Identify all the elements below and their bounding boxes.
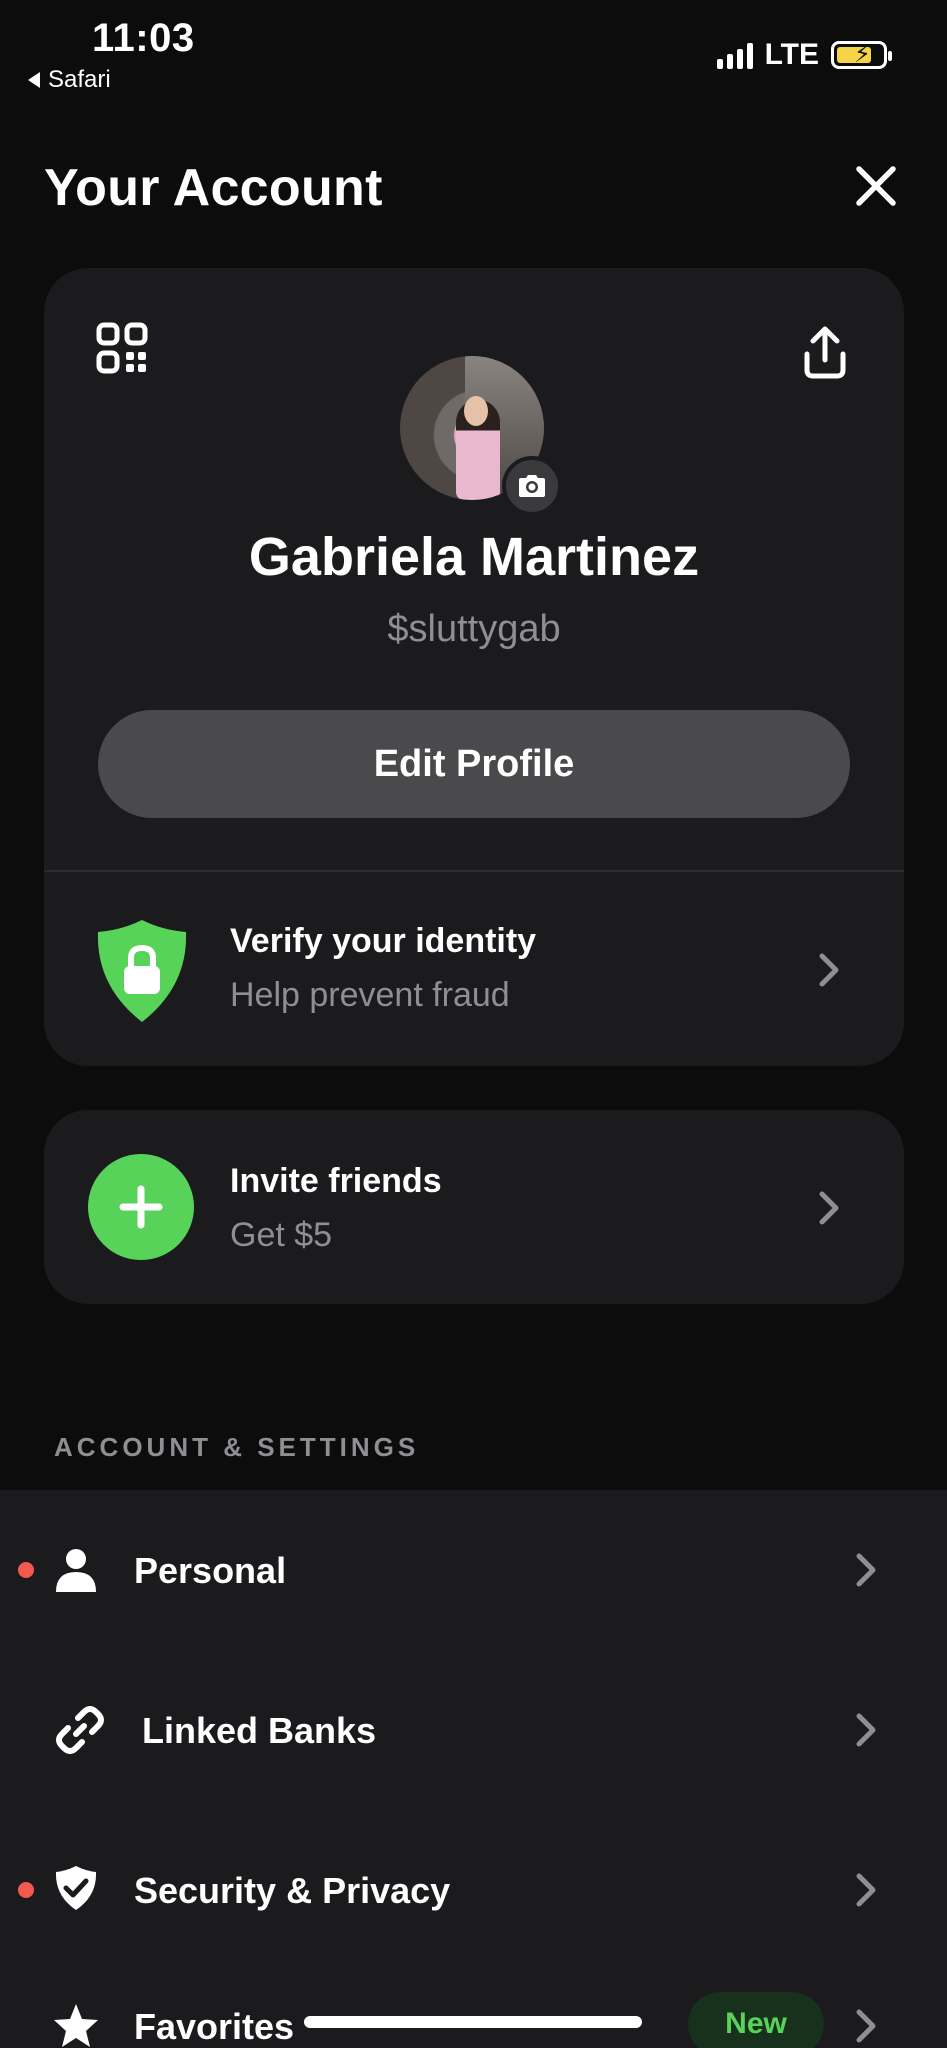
chevron-right-icon	[819, 1191, 839, 1225]
page-title: Your Account	[44, 159, 383, 217]
verify-subtitle: Help prevent fraud	[230, 976, 510, 1014]
account-screen: 11:03 Safari LTE ⚡ Your Account Gabriela…	[0, 0, 947, 2048]
signal-strength-icon	[716, 41, 753, 69]
settings-item-label: Favorites	[134, 2006, 295, 2047]
link-icon	[56, 1706, 104, 1754]
camera-icon	[519, 475, 545, 497]
back-to-app-link[interactable]: Safari	[28, 66, 111, 94]
shield-lock-icon	[97, 920, 187, 1022]
settings-item-label: Security & Privacy	[134, 1870, 451, 1911]
back-arrow-icon	[28, 72, 40, 88]
status-indicators: LTE ⚡	[716, 38, 892, 72]
section-label-account-settings: ACCOUNT & SETTINGS	[54, 1432, 420, 1462]
profile-name: Gabriela Martinez	[248, 527, 700, 587]
profile-card: Gabriela Martinez $sluttygab Edit Profil…	[44, 268, 904, 1066]
invite-subtitle: Get $5	[230, 1216, 333, 1254]
invite-title: Invite friends	[230, 1162, 442, 1200]
invite-friends-card[interactable]: Invite friends Get $5	[44, 1110, 904, 1304]
person-icon	[56, 1549, 96, 1592]
settings-item-label: Personal	[134, 1550, 287, 1591]
edit-profile-button[interactable]: Edit Profile	[98, 710, 850, 818]
home-indicator[interactable]	[304, 2016, 642, 2028]
back-app-label: Safari	[48, 66, 111, 93]
chevron-right-icon	[856, 1553, 876, 1587]
qr-code-button[interactable]	[96, 322, 152, 378]
new-badge: New	[688, 1992, 824, 2048]
notification-dot	[18, 1882, 34, 1898]
chevron-right-icon	[819, 953, 839, 987]
profile-cashtag: $sluttygab	[387, 608, 561, 650]
chevron-right-icon	[856, 1713, 876, 1747]
settings-item-favorites[interactable]: Favorites New	[0, 1970, 947, 2048]
verify-identity-row[interactable]: Verify your identity Help prevent fraud	[44, 872, 904, 1066]
star-icon	[54, 2004, 98, 2047]
settings-item-linked-banks[interactable]: Linked Banks	[0, 1650, 947, 1810]
status-time: 11:03	[92, 16, 195, 60]
change-photo-button[interactable]	[502, 456, 562, 516]
settings-list: Personal Linked Banks Security & Privacy	[0, 1490, 947, 2048]
chevron-right-icon	[856, 2009, 876, 2043]
close-icon	[856, 166, 896, 206]
network-type: LTE	[764, 38, 819, 71]
invite-plus-icon	[88, 1154, 194, 1260]
shield-check-icon	[55, 1866, 97, 1910]
qr-code-icon	[96, 322, 148, 374]
share-button[interactable]	[802, 326, 852, 382]
notification-dot	[18, 1562, 34, 1578]
chevron-right-icon	[856, 1873, 876, 1907]
share-icon	[804, 326, 846, 379]
settings-item-personal[interactable]: Personal	[0, 1490, 947, 1650]
settings-item-label: Linked Banks	[142, 1710, 377, 1751]
battery-charging-icon: ⚡	[831, 41, 892, 69]
verify-title: Verify your identity	[230, 922, 537, 960]
settings-item-security-privacy[interactable]: Security & Privacy	[0, 1810, 947, 1970]
close-button[interactable]	[848, 158, 904, 214]
